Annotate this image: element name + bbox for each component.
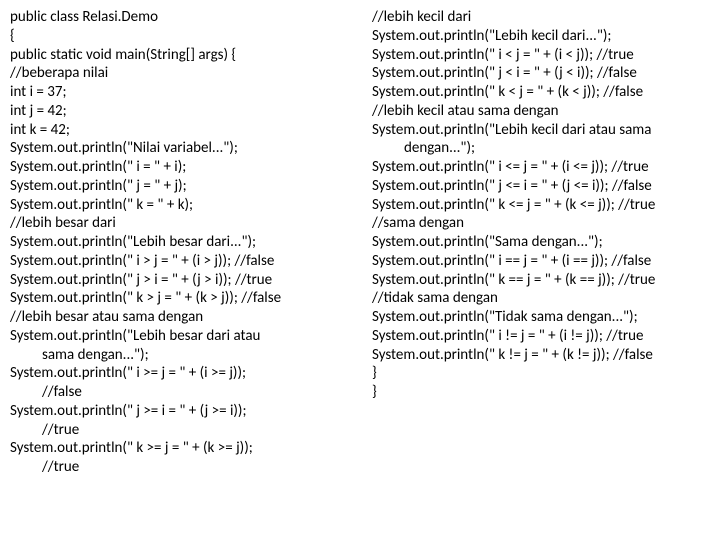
code-line: { (10, 27, 348, 46)
code-line: System.out.println(" k = " + k); (10, 196, 348, 215)
code-line: System.out.println(" k >= j = " + (k >= … (10, 439, 348, 458)
code-line: System.out.println(" i != j = " + (i != … (372, 327, 710, 346)
code-line: System.out.println("Lebih besar dari ata… (10, 327, 348, 346)
left-column: public class Relasi.Demo { public static… (10, 8, 360, 532)
code-line: System.out.println("Lebih besar dari..."… (10, 233, 348, 252)
code-line: System.out.println("Sama dengan..."); (372, 233, 710, 252)
code-line: System.out.println(" i = " + i); (10, 158, 348, 177)
code-line: System.out.println(" k > j = " + (k > j)… (10, 289, 348, 308)
code-line: System.out.println("Tidak sama dengan...… (372, 308, 710, 327)
code-line: System.out.println(" i >= j = " + (i >= … (10, 364, 348, 383)
code-line-wrap: //false (10, 383, 348, 402)
code-line: System.out.println(" j < i = " + (j < i)… (372, 64, 710, 83)
code-line-wrap: //true (10, 421, 348, 440)
code-line: System.out.println(" k < j = " + (k < j)… (372, 83, 710, 102)
code-line: System.out.println(" i > j = " + (i > j)… (10, 252, 348, 271)
code-line: System.out.println(" i < j = " + (i < j)… (372, 46, 710, 65)
code-line: System.out.println(" i == j = " + (i == … (372, 252, 710, 271)
code-line-wrap: //true (10, 458, 348, 477)
code-line: //tidak sama dengan (372, 289, 710, 308)
code-line: //lebih kecil dari (372, 8, 710, 27)
code-line: } (372, 364, 710, 383)
code-line: public static void main(String[] args) { (10, 46, 348, 65)
code-line: } (372, 383, 710, 402)
code-line: //lebih besar dari (10, 214, 348, 233)
code-line: System.out.println(" k != j = " + (k != … (372, 346, 710, 365)
code-line: //sama dengan (372, 214, 710, 233)
code-line: System.out.println(" k <= j = " + (k <= … (372, 196, 710, 215)
code-line: System.out.println("Lebih kecil dari ata… (372, 121, 710, 140)
code-line: //beberapa nilai (10, 64, 348, 83)
code-line: //lebih besar atau sama dengan (10, 308, 348, 327)
right-column: //lebih kecil dari System.out.println("L… (360, 8, 710, 532)
code-line: public class Relasi.Demo (10, 8, 348, 27)
code-line: System.out.println(" k == j = " + (k == … (372, 271, 710, 290)
code-line: System.out.println("Lebih kecil dari..."… (372, 27, 710, 46)
code-line: System.out.println(" j > i = " + (j > i)… (10, 271, 348, 290)
code-line: int j = 42; (10, 102, 348, 121)
code-line: System.out.println(" j <= i = " + (j <= … (372, 177, 710, 196)
code-line: System.out.println(" j = " + j); (10, 177, 348, 196)
code-line: int k = 42; (10, 121, 348, 140)
code-slide: public class Relasi.Demo { public static… (0, 0, 720, 540)
code-line: System.out.println(" i <= j = " + (i <= … (372, 158, 710, 177)
code-line-wrap: dengan..."); (372, 139, 710, 158)
code-line-wrap: sama dengan..."); (10, 346, 348, 365)
code-line: //lebih kecil atau sama dengan (372, 102, 710, 121)
code-line: System.out.println(" j >= i = " + (j >= … (10, 402, 348, 421)
code-line: System.out.println("Nilai variabel..."); (10, 139, 348, 158)
code-line: int i = 37; (10, 83, 348, 102)
